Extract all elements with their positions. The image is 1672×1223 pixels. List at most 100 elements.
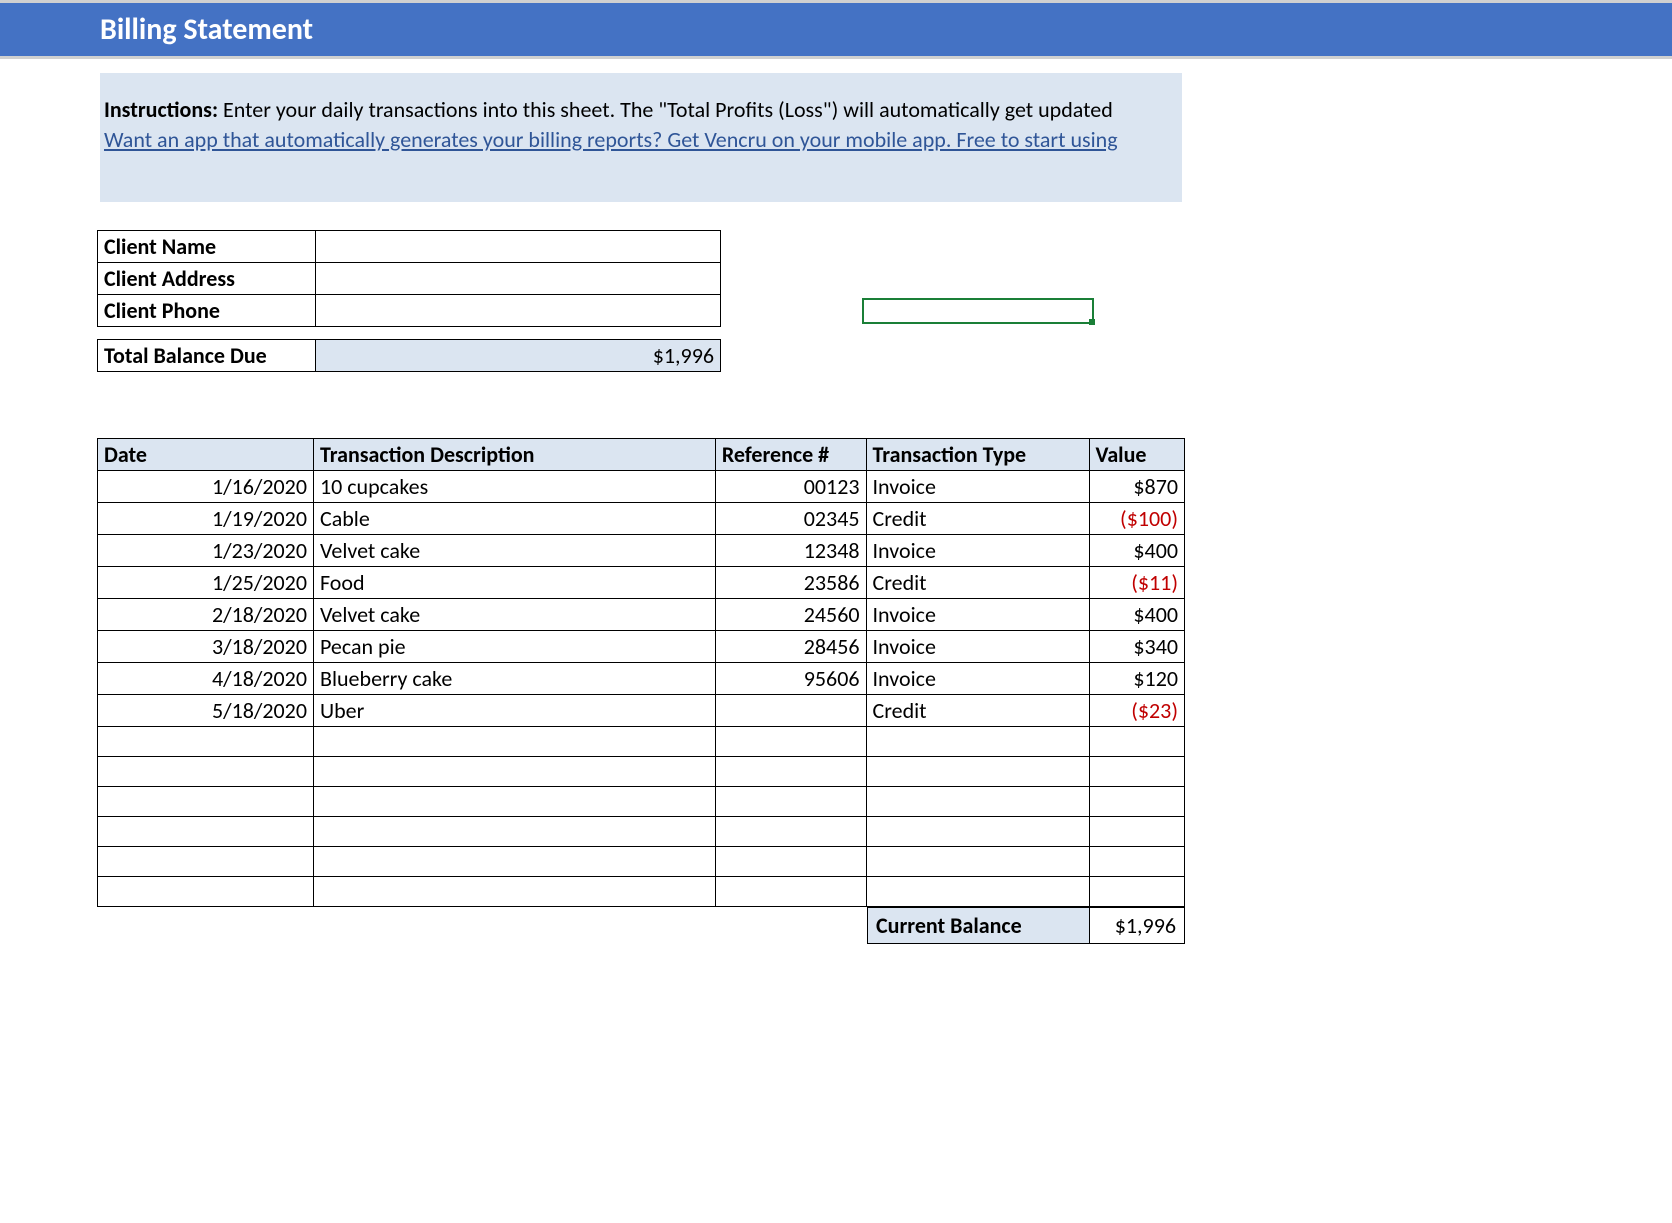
table-row: [98, 787, 1185, 817]
cell-value[interactable]: [1089, 817, 1184, 847]
client-address-value[interactable]: [316, 263, 721, 295]
total-balance-value: $1,996: [316, 340, 721, 372]
cell-ref[interactable]: 28456: [715, 631, 866, 663]
cell-ref[interactable]: 95606: [715, 663, 866, 695]
active-cell-indicator[interactable]: [862, 298, 1094, 324]
cell-ref[interactable]: 00123: [715, 471, 866, 503]
client-phone-value[interactable]: [316, 295, 721, 327]
cell-date[interactable]: 1/23/2020: [98, 535, 314, 567]
cell-date[interactable]: 1/19/2020: [98, 503, 314, 535]
cell-type[interactable]: Credit: [866, 567, 1089, 599]
cell-type[interactable]: Credit: [866, 695, 1089, 727]
cell-type[interactable]: [866, 847, 1089, 877]
cell-desc[interactable]: Cable: [313, 503, 715, 535]
current-balance-table: Current Balance $1,996: [867, 907, 1185, 944]
cell-date[interactable]: 4/18/2020: [98, 663, 314, 695]
table-row: 4/18/2020Blueberry cake95606Invoice$120: [98, 663, 1185, 695]
th-date: Date: [98, 439, 314, 471]
cell-date[interactable]: [98, 757, 314, 787]
cell-date[interactable]: 5/18/2020: [98, 695, 314, 727]
table-row: 3/18/2020Pecan pie28456Invoice$340: [98, 631, 1185, 663]
cell-type[interactable]: [866, 817, 1089, 847]
cell-ref[interactable]: [715, 877, 866, 907]
cell-type[interactable]: Invoice: [866, 599, 1089, 631]
instructions-label: Instructions:: [104, 96, 218, 123]
cell-desc[interactable]: [313, 847, 715, 877]
cell-date[interactable]: [98, 787, 314, 817]
instructions-text: Enter your daily transactions into this …: [223, 96, 1113, 123]
client-info-table: Client Name Client Address Client Phone: [97, 230, 721, 327]
cell-desc[interactable]: [313, 757, 715, 787]
table-row: 1/25/2020Food23586Credit($11): [98, 567, 1185, 599]
cell-value[interactable]: $870: [1089, 471, 1184, 503]
cell-type[interactable]: Invoice: [866, 535, 1089, 567]
client-name-value[interactable]: [316, 231, 721, 263]
table-row: [98, 877, 1185, 907]
cell-value[interactable]: $340: [1089, 631, 1184, 663]
th-type: Transaction Type: [866, 439, 1089, 471]
cell-ref[interactable]: [715, 757, 866, 787]
cell-desc[interactable]: Pecan pie: [313, 631, 715, 663]
th-value: Value: [1089, 439, 1184, 471]
cell-desc[interactable]: [313, 877, 715, 907]
cell-value[interactable]: ($23): [1089, 695, 1184, 727]
cell-date[interactable]: [98, 817, 314, 847]
current-balance-label: Current Balance: [868, 908, 1090, 944]
cell-desc[interactable]: Blueberry cake: [313, 663, 715, 695]
th-desc: Transaction Description: [313, 439, 715, 471]
cell-desc[interactable]: Velvet cake: [313, 599, 715, 631]
cell-desc[interactable]: Uber: [313, 695, 715, 727]
cell-ref[interactable]: 12348: [715, 535, 866, 567]
cell-value[interactable]: $400: [1089, 535, 1184, 567]
cell-desc[interactable]: [313, 817, 715, 847]
transactions-table: Date Transaction Description Reference #…: [97, 438, 1185, 907]
cell-date[interactable]: [98, 847, 314, 877]
cell-desc[interactable]: Food: [313, 567, 715, 599]
cell-type[interactable]: [866, 727, 1089, 757]
cell-ref[interactable]: 23586: [715, 567, 866, 599]
cell-type[interactable]: Invoice: [866, 631, 1089, 663]
cell-date[interactable]: 1/25/2020: [98, 567, 314, 599]
table-row: [98, 757, 1185, 787]
cell-value[interactable]: ($100): [1089, 503, 1184, 535]
cell-desc[interactable]: 10 cupcakes: [313, 471, 715, 503]
table-row: 1/19/2020Cable02345Credit($100): [98, 503, 1185, 535]
promo-link[interactable]: Want an app that automatically generates…: [104, 126, 1118, 153]
cell-ref[interactable]: [715, 817, 866, 847]
transactions-header-row: Date Transaction Description Reference #…: [98, 439, 1185, 471]
cell-value[interactable]: [1089, 757, 1184, 787]
cell-ref[interactable]: [715, 847, 866, 877]
cell-date[interactable]: 1/16/2020: [98, 471, 314, 503]
cell-type[interactable]: Invoice: [866, 663, 1089, 695]
cell-desc[interactable]: [313, 727, 715, 757]
table-row: [98, 847, 1185, 877]
cell-value[interactable]: [1089, 787, 1184, 817]
cell-value[interactable]: ($11): [1089, 567, 1184, 599]
page-title: Billing Statement: [0, 0, 1672, 59]
cell-type[interactable]: [866, 787, 1089, 817]
cell-value[interactable]: [1089, 877, 1184, 907]
cell-value[interactable]: $400: [1089, 599, 1184, 631]
cell-desc[interactable]: Velvet cake: [313, 535, 715, 567]
cell-date[interactable]: 2/18/2020: [98, 599, 314, 631]
cell-date[interactable]: 3/18/2020: [98, 631, 314, 663]
cell-type[interactable]: [866, 757, 1089, 787]
cell-value[interactable]: [1089, 727, 1184, 757]
cell-ref[interactable]: [715, 695, 866, 727]
cell-ref[interactable]: [715, 787, 866, 817]
cell-type[interactable]: Invoice: [866, 471, 1089, 503]
cell-type[interactable]: [866, 877, 1089, 907]
cell-type[interactable]: Credit: [866, 503, 1089, 535]
table-row: [98, 727, 1185, 757]
cell-desc[interactable]: [313, 787, 715, 817]
client-phone-row: Client Phone: [98, 295, 721, 327]
cell-value[interactable]: $120: [1089, 663, 1184, 695]
cell-ref[interactable]: [715, 727, 866, 757]
cell-ref[interactable]: 02345: [715, 503, 866, 535]
total-balance-row: Total Balance Due $1,996: [98, 340, 721, 372]
cell-date[interactable]: [98, 877, 314, 907]
cell-value[interactable]: [1089, 847, 1184, 877]
cell-date[interactable]: [98, 727, 314, 757]
table-row: [98, 817, 1185, 847]
cell-ref[interactable]: 24560: [715, 599, 866, 631]
